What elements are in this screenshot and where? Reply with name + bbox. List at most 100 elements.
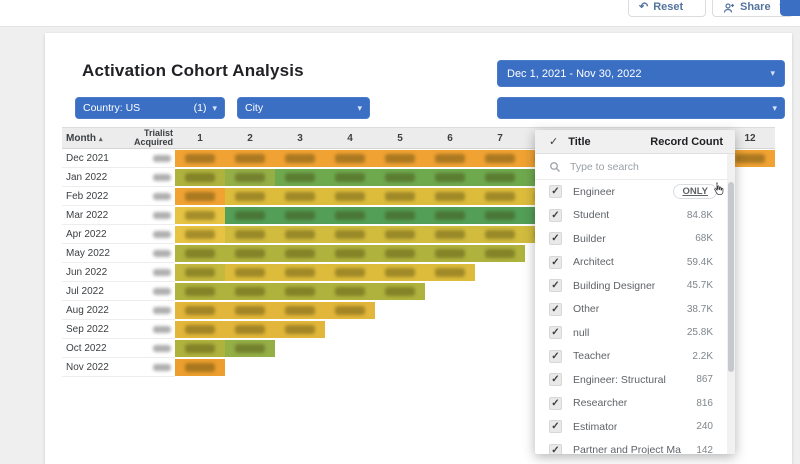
- blurred-value: [153, 364, 171, 371]
- cohort-cell: [375, 245, 425, 262]
- blurred-value: [235, 287, 265, 296]
- checkbox[interactable]: ✓: [549, 279, 562, 292]
- list-item[interactable]: ✓Partner and Project Ma142: [535, 439, 735, 455]
- chevron-down-icon: ▾: [357, 103, 362, 114]
- title-filter-chip[interactable]: ▾: [497, 97, 785, 119]
- list-item[interactable]: ✓Architect59.4K: [535, 251, 735, 275]
- cohort-cell: [175, 150, 225, 167]
- period-column-header: 1: [175, 133, 225, 144]
- blurred-value: [485, 192, 515, 201]
- month-column-header[interactable]: Month▴: [62, 133, 130, 144]
- checkbox[interactable]: ✓: [549, 350, 562, 363]
- checkbox[interactable]: ✓: [549, 232, 562, 245]
- checkbox[interactable]: ✓: [549, 420, 562, 433]
- undo-icon: ↶: [639, 2, 648, 13]
- reset-button-label: Reset: [653, 1, 683, 13]
- list-item-label: Building Designer: [573, 280, 655, 292]
- only-link[interactable]: ONLY: [673, 184, 717, 199]
- cohort-cell: [225, 340, 275, 357]
- checkbox[interactable]: ✓: [549, 397, 562, 410]
- cohort-cell: [475, 150, 525, 167]
- month-cell: Jun 2022: [62, 263, 130, 282]
- share-button[interactable]: Share: [712, 0, 774, 17]
- blurred-value: [285, 192, 315, 201]
- reset-button[interactable]: ↶ Reset: [628, 0, 706, 17]
- date-range-label: Dec 1, 2021 - Nov 30, 2022: [507, 68, 642, 80]
- cohort-cell: [225, 264, 275, 281]
- check-icon[interactable]: ✓: [549, 135, 558, 148]
- blurred-value: [435, 154, 465, 163]
- cohort-cell: [225, 150, 275, 167]
- view-button[interactable]: [780, 0, 800, 16]
- cohort-cell: [225, 283, 275, 300]
- trialist-acquired-cell: [130, 225, 175, 244]
- list-item[interactable]: ✓ Teacher 2.2K: [535, 345, 735, 369]
- blurred-value: [185, 363, 215, 372]
- search-input[interactable]: [570, 161, 710, 173]
- list-item-label: Estimator: [573, 421, 617, 433]
- list-item[interactable]: ✓Researcher816: [535, 392, 735, 416]
- cohort-cell: [425, 150, 475, 167]
- blurred-value: [435, 268, 465, 277]
- cohort-cell: [175, 321, 225, 338]
- list-item[interactable]: ✓ Building Designer 45.7K: [535, 274, 735, 298]
- period-column-header: 6: [425, 133, 475, 144]
- cohort-cell: [375, 169, 425, 186]
- checkbox[interactable]: ✓: [549, 444, 562, 454]
- checkbox[interactable]: ✓: [549, 326, 562, 339]
- city-filter-chip[interactable]: City ▾: [237, 97, 370, 119]
- month-cell: Feb 2022: [62, 187, 130, 206]
- cohort-cell: [375, 188, 425, 205]
- cohort-cell: [475, 245, 525, 262]
- cohort-cell: [425, 169, 475, 186]
- trialist-acquired-column-header[interactable]: TrialistAcquired: [130, 129, 175, 148]
- cohort-cell: [225, 207, 275, 224]
- cohort-cell: [425, 226, 475, 243]
- blurred-value: [385, 249, 415, 258]
- person-add-icon: [723, 2, 735, 13]
- trialist-acquired-cell: [130, 263, 175, 282]
- list-item[interactable]: ✓Engineer: Structural867: [535, 368, 735, 392]
- checkbox[interactable]: ✓: [549, 185, 562, 198]
- cohort-cell: [225, 321, 275, 338]
- cohort-cell: [175, 245, 225, 262]
- cohort-cell: [275, 226, 325, 243]
- list-item-label: Teacher: [573, 350, 610, 362]
- list-item[interactable]: ✓Estimator240: [535, 415, 735, 439]
- chevron-down-icon: ▾: [212, 103, 217, 114]
- list-item-label: Architect: [573, 256, 614, 268]
- date-range-control[interactable]: Dec 1, 2021 - Nov 30, 2022 ▾: [497, 60, 785, 87]
- blurred-value: [485, 249, 515, 258]
- month-cell: Jul 2022: [62, 282, 130, 301]
- checkbox[interactable]: ✓: [549, 256, 562, 269]
- record-count: 68K: [695, 233, 721, 244]
- list-item[interactable]: ✓Other38.7K: [535, 298, 735, 322]
- cohort-cell: [175, 340, 225, 357]
- blurred-value: [153, 193, 171, 200]
- blurred-value: [153, 288, 171, 295]
- month-cell: Aug 2022: [62, 301, 130, 320]
- month-cell: Dec 2021: [62, 149, 130, 168]
- list-item-label: Researcher: [573, 397, 627, 409]
- blurred-value: [385, 192, 415, 201]
- record-count: 45.7K: [687, 280, 721, 291]
- blurred-value: [153, 174, 171, 181]
- cohort-cell: [425, 188, 475, 205]
- cohort-cell: [175, 226, 225, 243]
- scrollbar-thumb[interactable]: [728, 182, 734, 372]
- cohort-cell: [275, 321, 325, 338]
- chevron-down-icon: ▾: [770, 68, 775, 79]
- dropdown-scrollbar[interactable]: [727, 154, 735, 454]
- mouse-cursor-icon: [712, 182, 725, 198]
- country-filter-chip[interactable]: Country: US (1) ▾: [75, 97, 225, 119]
- list-item[interactable]: ✓EngineerONLY: [535, 180, 735, 204]
- checkbox[interactable]: ✓: [549, 209, 562, 222]
- checkbox[interactable]: ✓: [549, 303, 562, 316]
- cohort-cell: [325, 188, 375, 205]
- list-item[interactable]: ✓null25.8K: [535, 321, 735, 345]
- blurred-value: [285, 230, 315, 239]
- list-item[interactable]: ✓Student84.8K: [535, 204, 735, 228]
- checkbox[interactable]: ✓: [549, 373, 562, 386]
- record-count: 2.2K: [692, 351, 721, 362]
- list-item[interactable]: ✓Builder68K: [535, 227, 735, 251]
